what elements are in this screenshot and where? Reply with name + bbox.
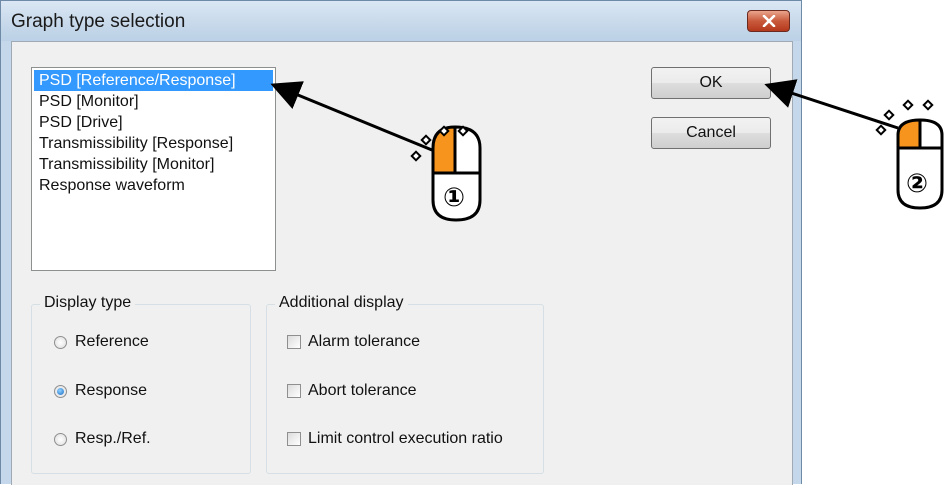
radio-resp-ref[interactable]: Resp./Ref.: [54, 430, 151, 448]
list-item-psd-reference-response[interactable]: PSD [Reference/Response]: [34, 70, 273, 91]
checkbox-abort-tolerance-label: Abort tolerance: [308, 382, 417, 399]
ok-button[interactable]: OK: [651, 67, 771, 99]
checkbox-limit-control-ratio-label: Limit control execution ratio: [308, 430, 503, 447]
mouse-left-click-icon: [875, 99, 944, 210]
list-item-transmissibility-response[interactable]: Transmissibility [Response]: [34, 133, 273, 154]
checkbox[interactable]: [287, 432, 301, 446]
close-icon: [762, 15, 775, 27]
list-item-transmissibility-monitor[interactable]: Transmissibility [Monitor]: [34, 154, 273, 175]
list-item-response-waveform[interactable]: Response waveform: [34, 175, 273, 196]
cancel-button[interactable]: Cancel: [651, 117, 771, 149]
close-button[interactable]: [747, 10, 790, 32]
checkbox[interactable]: [287, 335, 301, 349]
checkbox-limit-control-ratio[interactable]: Limit control execution ratio: [287, 430, 503, 448]
title-bar: Graph type selection: [1, 1, 801, 41]
radio-resp-ref-label: Resp./Ref.: [75, 430, 151, 447]
checkbox[interactable]: [287, 384, 301, 398]
radio-button[interactable]: [54, 432, 67, 446]
radio-reference[interactable]: Reference: [54, 333, 149, 351]
window-title: Graph type selection: [11, 11, 186, 32]
additional-display-group: Additional display Alarm tolerance Abort…: [266, 294, 544, 474]
list-item-psd-monitor[interactable]: PSD [Monitor]: [34, 91, 273, 112]
graph-type-list[interactable]: PSD [Reference/Response] PSD [Monitor] P…: [31, 67, 276, 271]
display-type-label: Display type: [40, 294, 136, 312]
radio-reference-label: Reference: [75, 333, 149, 350]
checkbox-alarm-tolerance-label: Alarm tolerance: [308, 333, 421, 350]
checkbox-alarm-tolerance[interactable]: Alarm tolerance: [287, 333, 420, 351]
radio-button[interactable]: [54, 335, 67, 349]
step2-marker: ②: [906, 169, 928, 199]
radio-response[interactable]: Response: [54, 382, 147, 400]
list-item-psd-drive[interactable]: PSD [Drive]: [34, 112, 273, 133]
display-type-group: Display type Reference Response Resp./Re…: [31, 294, 251, 474]
checkbox-abort-tolerance[interactable]: Abort tolerance: [287, 382, 417, 400]
additional-display-label: Additional display: [275, 294, 408, 312]
radio-response-label: Response: [75, 382, 148, 399]
radio-button-checked[interactable]: [54, 384, 67, 398]
